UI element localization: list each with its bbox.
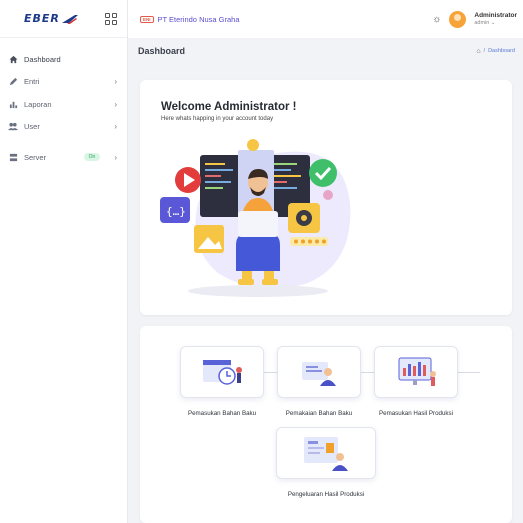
theme-toggle-icon[interactable]: ☼ (432, 14, 441, 25)
sidebar-item-server[interactable]: Server On › (0, 146, 127, 169)
chevron-right-icon: › (114, 122, 117, 132)
monitor-chart-icon (398, 357, 436, 386)
shortcuts-card: Pemasukan Bahan Baku Pemakaian Bahan Bak… (140, 326, 512, 523)
chevron-down-icon: ⌄ (490, 19, 496, 26)
tile-pemakaian-bahan-baku[interactable]: Pemakaian Bahan Baku (277, 346, 361, 417)
welcome-title: Welcome Administrator ! (161, 101, 297, 113)
avatar[interactable] (449, 10, 467, 28)
welcome-card: Welcome Administrator ! Here whats happi… (140, 80, 512, 315)
sidebar-item-label: Dashboard (24, 54, 61, 64)
user-menu[interactable]: Administrator admin ⌄ (474, 12, 517, 26)
tile-pemasukan-hasil-produksi[interactable]: Pemasukan Hasil Produksi (374, 346, 458, 417)
tile-label: Pemakaian Bahan Baku (285, 410, 353, 417)
server-icon (8, 152, 18, 162)
calendar-clock-icon (203, 360, 242, 385)
topbar-right: ☼ Administrator admin ⌄ (432, 10, 517, 28)
sidebar: EBER Dashboard Entri › Laporan › User › … (0, 0, 128, 523)
tile-image[interactable] (276, 427, 376, 479)
sidebar-item-entri[interactable]: Entri › (0, 71, 127, 94)
breadcrumb-separator: / (483, 48, 486, 54)
tile-pemasukan-bahan-baku[interactable]: Pemasukan Bahan Baku (180, 346, 264, 417)
sidebar-item-label: Server (24, 152, 47, 162)
topbar: ENI PT Eterindo Nusa Graha ☼ Administrat… (128, 0, 523, 38)
laptop-user-icon (302, 362, 336, 386)
pen-icon (8, 77, 18, 87)
users-icon (8, 122, 18, 132)
sidebar-item-label: Entri (24, 77, 40, 87)
tile-image[interactable] (180, 346, 264, 398)
chart-icon (8, 99, 18, 109)
chevron-right-icon: › (114, 77, 117, 87)
sidebar-item-laporan[interactable]: Laporan › (0, 93, 127, 116)
grid-menu-icon[interactable] (105, 12, 117, 25)
sidebar-menu: Dashboard Entri › Laporan › User › Serve… (0, 38, 127, 169)
company-logo[interactable]: EBER (24, 12, 79, 25)
company-badge: ENI (140, 15, 154, 23)
brand-bar: EBER (0, 0, 127, 38)
dashboard-user-icon (304, 437, 348, 471)
sidebar-item-label: Laporan (24, 99, 52, 109)
tile-label: Pemasukan Hasil Produksi (379, 410, 453, 417)
user-name: Administrator (474, 11, 517, 19)
tile-image[interactable] (374, 346, 458, 398)
status-badge: On (83, 153, 101, 162)
tile-pengeluaran-hasil-produksi[interactable]: Pengeluaran Hasil Produksi (276, 427, 376, 498)
tile-label: Pemasukan Bahan Baku (187, 410, 257, 417)
logo-text: EBER (24, 12, 60, 25)
breadcrumb-current[interactable]: Dashboard (488, 48, 515, 54)
sidebar-item-dashboard[interactable]: Dashboard (0, 48, 127, 71)
home-icon (8, 54, 18, 64)
sidebar-item-label: User (24, 122, 40, 132)
page-title: Dashboard (138, 46, 186, 56)
tile-image[interactable] (277, 346, 361, 398)
breadcrumb: ⌂ / Dashboard (476, 48, 515, 55)
menu-divider (0, 138, 127, 146)
chevron-right-icon: › (114, 152, 117, 162)
logo-swoosh-icon (61, 14, 78, 24)
page-header: Dashboard ⌂ / Dashboard (128, 38, 523, 64)
company-name: PT Eterindo Nusa Graha (157, 14, 240, 24)
user-role: admin ⌄ (474, 19, 496, 26)
welcome-subtitle: Here whats happing in your account today (161, 116, 274, 122)
svg-text:{…}: {…} (166, 205, 186, 218)
home-icon[interactable]: ⌂ (476, 48, 480, 55)
developer-illustration: {…} (160, 139, 351, 297)
tile-label: Pengeluaran Hasil Produksi (287, 491, 365, 498)
company-switcher[interactable]: ENI PT Eterindo Nusa Graha (140, 15, 240, 24)
sidebar-item-user[interactable]: User › (0, 116, 127, 139)
chevron-right-icon: › (114, 99, 117, 109)
